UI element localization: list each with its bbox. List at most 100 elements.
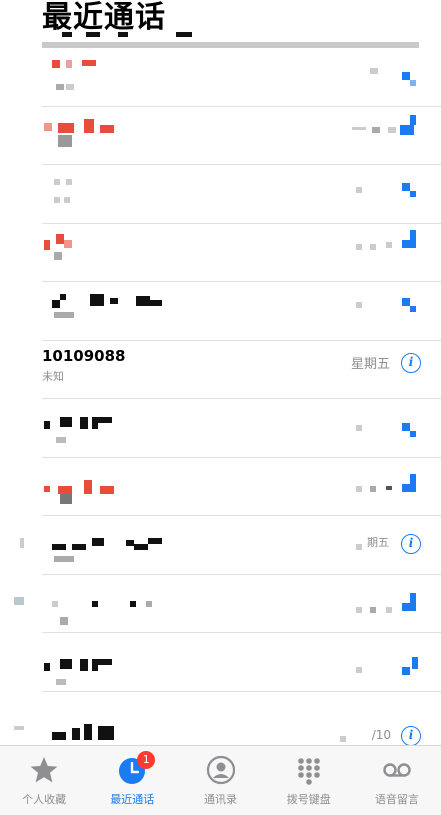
redacted-subtitle <box>54 312 74 318</box>
call-row[interactable] <box>0 165 441 224</box>
redacted-name <box>134 544 148 550</box>
info-icon-fragment[interactable] <box>400 124 414 135</box>
redacted-name <box>150 300 162 306</box>
redacted-name <box>14 725 24 730</box>
redacted-subtitle <box>54 197 60 203</box>
info-icon-fragment[interactable] <box>402 483 416 492</box>
redacted-date <box>356 544 362 550</box>
call-row[interactable]: 10109088 未知 星期五 i <box>0 341 441 399</box>
info-icon-fragment <box>410 191 416 197</box>
tab-bar: 个人收藏 1 最近通话 通讯录 拨号键盘 语音留言 <box>0 745 441 815</box>
redacted-date <box>356 485 362 492</box>
info-icon-fragment <box>410 114 416 125</box>
redacted-name <box>98 659 112 665</box>
tab-recents[interactable]: 1 最近通话 <box>88 746 176 815</box>
redacted-name <box>148 538 162 544</box>
redacted-date <box>388 126 396 133</box>
redacted-name <box>130 600 136 607</box>
keypad-icon <box>297 758 320 785</box>
redacted-name <box>56 233 64 244</box>
redacted-subtitle <box>60 493 72 504</box>
redacted-date <box>356 187 362 193</box>
tab-keypad[interactable]: 拨号键盘 <box>265 746 353 815</box>
info-icon[interactable]: i <box>401 725 421 746</box>
call-row[interactable] <box>0 633 441 692</box>
unread-badge: 1 <box>137 751 156 769</box>
call-row[interactable]: /10 i <box>0 692 441 751</box>
redacted-subtitle <box>54 556 74 562</box>
call-date: 星期五 <box>350 356 390 372</box>
redacted-name <box>52 300 60 308</box>
tab-contacts[interactable]: 通讯录 <box>176 746 264 815</box>
redacted-name <box>84 479 92 494</box>
redacted-subtitle <box>64 197 70 203</box>
call-number: 10109088 <box>42 346 126 365</box>
info-icon-fragment <box>410 592 416 603</box>
info-icon-fragment <box>410 473 416 484</box>
redacted-date <box>386 241 392 248</box>
redacted-name <box>100 485 114 494</box>
redacted-date <box>340 735 346 742</box>
info-icon-fragment[interactable] <box>402 667 410 675</box>
redacted-name <box>54 179 60 185</box>
redacted-subtitle <box>56 679 66 685</box>
tab-label: 语音留言 <box>374 793 419 806</box>
redacted-subtitle <box>56 437 66 443</box>
call-row[interactable] <box>0 399 441 458</box>
redacted-subtitle <box>56 84 64 90</box>
redacted-name <box>44 663 50 671</box>
redacted-subtitle <box>54 251 62 260</box>
tab-voicemail[interactable]: 语音留言 <box>353 746 441 815</box>
call-row[interactable]: 期五 i <box>0 516 441 575</box>
call-row[interactable] <box>0 107 441 165</box>
info-icon-fragment[interactable] <box>402 239 416 248</box>
info-icon-fragment[interactable] <box>402 183 410 191</box>
info-icon-fragment[interactable] <box>402 602 416 611</box>
redacted-name <box>90 294 104 306</box>
tab-favorites[interactable]: 个人收藏 <box>0 746 88 815</box>
info-icon-fragment[interactable] <box>402 298 410 306</box>
redacted-name <box>44 122 52 131</box>
redacted-name <box>52 600 58 607</box>
redacted-date <box>356 243 362 250</box>
star-icon <box>30 757 58 783</box>
redacted-subtitle <box>58 134 72 147</box>
redacted-name <box>92 538 104 546</box>
info-icon[interactable]: i <box>401 352 421 373</box>
redacted-date <box>352 126 366 130</box>
page-title: 最近通话 <box>42 0 166 35</box>
redacted-name <box>58 485 72 494</box>
call-row[interactable] <box>0 575 441 633</box>
redacted-name <box>60 417 72 427</box>
redacted-date <box>372 126 380 133</box>
redacted-name <box>60 659 72 669</box>
redacted-date <box>356 667 362 673</box>
redacted-date <box>370 243 376 250</box>
call-date: /10 <box>371 727 391 742</box>
info-icon-fragment <box>410 80 416 86</box>
call-row[interactable] <box>0 458 441 516</box>
info-icon-fragment <box>410 229 416 240</box>
info-icon[interactable]: i <box>401 534 421 554</box>
redacted-name <box>44 485 50 492</box>
redacted-name <box>126 540 134 546</box>
redacted-name <box>44 421 50 429</box>
redacted-name <box>84 118 94 133</box>
call-row[interactable] <box>0 224 441 282</box>
info-icon-fragment[interactable] <box>402 423 410 431</box>
redacted-name <box>80 659 88 671</box>
info-icon-fragment <box>410 306 416 312</box>
redacted-name <box>100 124 114 133</box>
call-row[interactable] <box>0 282 441 341</box>
redacted-name <box>20 538 24 548</box>
redacted-date <box>386 485 392 490</box>
header-redacted-text <box>56 32 206 38</box>
redacted-date <box>386 606 392 613</box>
redacted-name <box>52 60 60 68</box>
redacted-date <box>356 425 362 431</box>
redacted-name <box>136 296 150 306</box>
info-icon-fragment[interactable] <box>402 72 410 80</box>
voicemail-icon <box>383 763 411 777</box>
call-date: 期五 <box>367 536 389 549</box>
call-row[interactable] <box>0 48 441 107</box>
